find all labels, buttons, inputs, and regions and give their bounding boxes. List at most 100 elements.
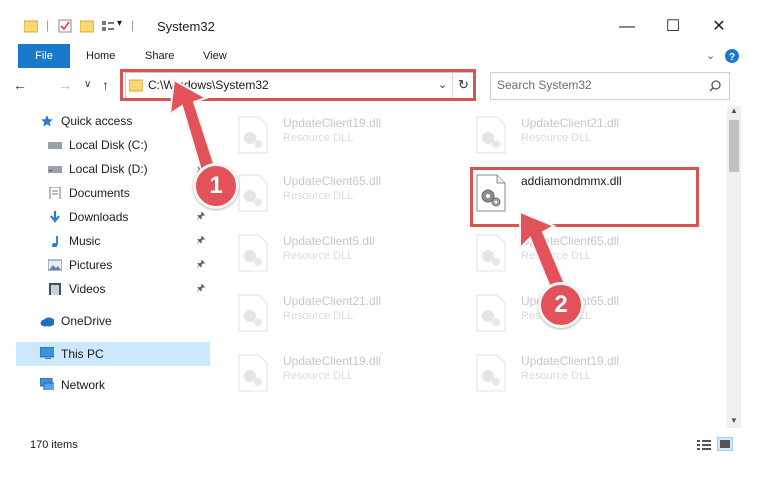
dll-file-icon <box>238 294 268 332</box>
file-type: Resource DLL <box>283 190 354 202</box>
maximize-button[interactable]: ☐ <box>650 12 696 42</box>
sidebar-item-onedrive[interactable]: OneDrive <box>16 310 210 332</box>
status-bar: 170 items <box>0 434 769 456</box>
folder-icon[interactable] <box>24 19 38 33</box>
up-arrow-icon[interactable]: ↑ <box>102 77 109 93</box>
separator: | <box>131 18 135 32</box>
scrollbar-thumb[interactable] <box>729 120 739 172</box>
drive-icon <box>48 142 62 149</box>
file-type: Resource DLL <box>283 132 354 144</box>
file-type: Resource DLL <box>283 310 354 322</box>
tab-file[interactable]: File <box>18 44 70 68</box>
file-type: Resource DLL <box>283 250 354 262</box>
step-badge-2: 2 <box>538 282 584 328</box>
dll-file-icon <box>476 116 506 154</box>
close-button[interactable]: ✕ <box>696 12 742 42</box>
search-input[interactable]: Search System32 <box>490 72 730 100</box>
sidebar-item-label: Local Disk (C:) <box>69 138 148 152</box>
sidebar-item-label: Downloads <box>69 210 129 224</box>
dll-file-icon <box>476 354 506 392</box>
dll-file-icon <box>238 116 268 154</box>
sidebar-item-label: This PC <box>61 347 104 361</box>
file-item[interactable]: UpdateClient19.dll Resource DLL <box>449 348 669 398</box>
file-name: UpdateClient5.dll <box>283 234 375 248</box>
file-name: UpdateClient19.dll <box>283 354 382 368</box>
pin-icon[interactable]: 🖈 <box>196 206 205 228</box>
properties-icon[interactable] <box>58 19 72 33</box>
file-list: UpdateClient19.dll Resource DLL UpdateCl… <box>211 108 725 428</box>
cloud-icon <box>40 317 54 327</box>
separator: | <box>46 18 50 32</box>
file-type: Resource DLL <box>521 370 592 382</box>
sidebar-item-pictures[interactable]: Pictures 🖈 <box>16 254 210 276</box>
star-icon <box>41 115 53 126</box>
pin-icon[interactable]: 🖈 <box>196 278 205 300</box>
file-highlight-box <box>470 167 699 227</box>
music-icon <box>51 236 58 247</box>
vertical-scrollbar[interactable]: ▲ ▼ <box>727 106 741 428</box>
download-icon <box>50 211 60 223</box>
sidebar-item-videos[interactable]: Videos 🖈 <box>16 278 210 300</box>
computer-icon <box>40 347 54 359</box>
search-icon[interactable] <box>709 80 721 92</box>
sidebar-item-label: Pictures <box>69 258 113 272</box>
file-item[interactable]: UpdateClient65.dll Resource DLL <box>211 168 431 218</box>
title-bar: | ▾ | System32 — ☐ ✕ <box>0 0 769 44</box>
pin-icon[interactable]: 🖈 <box>196 254 205 276</box>
step-badge-1: 1 <box>193 163 239 209</box>
file-item[interactable]: UpdateClient5.dll Resource DLL <box>211 228 431 278</box>
large-icons-view-icon[interactable] <box>717 437 733 451</box>
ribbon-tabs: File Home Share View ⌄ ? <box>0 44 769 68</box>
file-type: Resource DLL <box>283 370 354 382</box>
customize-qat-icon[interactable]: ▾ <box>117 18 122 29</box>
forward-arrow-icon[interactable]: → <box>58 77 72 93</box>
dll-file-icon <box>238 174 268 212</box>
recent-locations-icon[interactable]: ∨ <box>84 79 91 90</box>
file-item[interactable]: UpdateClient21.dll Resource DLL <box>211 288 431 338</box>
sidebar-item-label: Music <box>69 234 101 248</box>
file-name: UpdateClient21.dll <box>521 116 620 130</box>
sidebar-item-label: Documents <box>69 186 130 200</box>
file-item[interactable]: UpdateClient21.dll Resource DLL <box>449 110 669 160</box>
navigation-bar: ← → ∨ ↑ C:\Windows\System32 ⌄ ↻ Search S… <box>0 68 769 102</box>
expand-ribbon-icon[interactable]: ⌄ <box>706 44 715 68</box>
item-count: 170 items <box>30 439 78 451</box>
details-view-icon[interactable] <box>697 439 711 451</box>
tab-view[interactable]: View <box>203 44 227 68</box>
svg-text:?: ? <box>729 52 735 63</box>
sidebar-item-label: Network <box>61 378 106 392</box>
window-title: System32 <box>157 19 215 34</box>
minimize-button[interactable]: — <box>604 12 650 42</box>
help-icon[interactable]: ? <box>724 48 740 64</box>
network-icon <box>40 378 54 390</box>
sidebar-item-network[interactable]: Network <box>16 374 210 396</box>
sidebar-item-label: Quick access <box>61 114 133 128</box>
scroll-down-icon[interactable]: ▼ <box>730 416 738 425</box>
dll-file-icon <box>476 234 506 272</box>
file-item[interactable]: UpdateClient19.dll Resource DLL <box>211 110 431 160</box>
search-placeholder: Search System32 <box>497 78 592 92</box>
file-name: UpdateClient65.dll <box>283 174 382 188</box>
sidebar-item-downloads[interactable]: Downloads 🖈 <box>16 206 210 228</box>
tab-share[interactable]: Share <box>145 44 174 68</box>
dll-file-icon <box>238 354 268 392</box>
back-arrow-icon[interactable]: ← <box>13 77 27 93</box>
drive-icon <box>48 166 62 173</box>
sidebar-item-label: Videos <box>69 282 106 296</box>
sidebar-item-this-pc[interactable]: This PC <box>16 342 210 366</box>
pin-icon[interactable]: 🖈 <box>196 230 205 252</box>
pictures-icon <box>48 259 62 271</box>
tab-home[interactable]: Home <box>86 44 115 68</box>
file-name: UpdateClient19.dll <box>521 354 620 368</box>
videos-icon <box>49 283 61 295</box>
dll-file-icon <box>476 294 506 332</box>
file-type: Resource DLL <box>521 132 592 144</box>
documents-icon <box>49 187 61 199</box>
sidebar-item-music[interactable]: Music 🖈 <box>16 230 210 252</box>
scroll-up-icon[interactable]: ▲ <box>730 106 738 115</box>
view-icon[interactable] <box>101 19 115 33</box>
file-name: UpdateClient19.dll <box>283 116 382 130</box>
file-item[interactable]: UpdateClient19.dll Resource DLL <box>211 348 431 398</box>
sidebar-item-label: OneDrive <box>61 314 112 328</box>
new-folder-icon[interactable] <box>80 19 94 33</box>
